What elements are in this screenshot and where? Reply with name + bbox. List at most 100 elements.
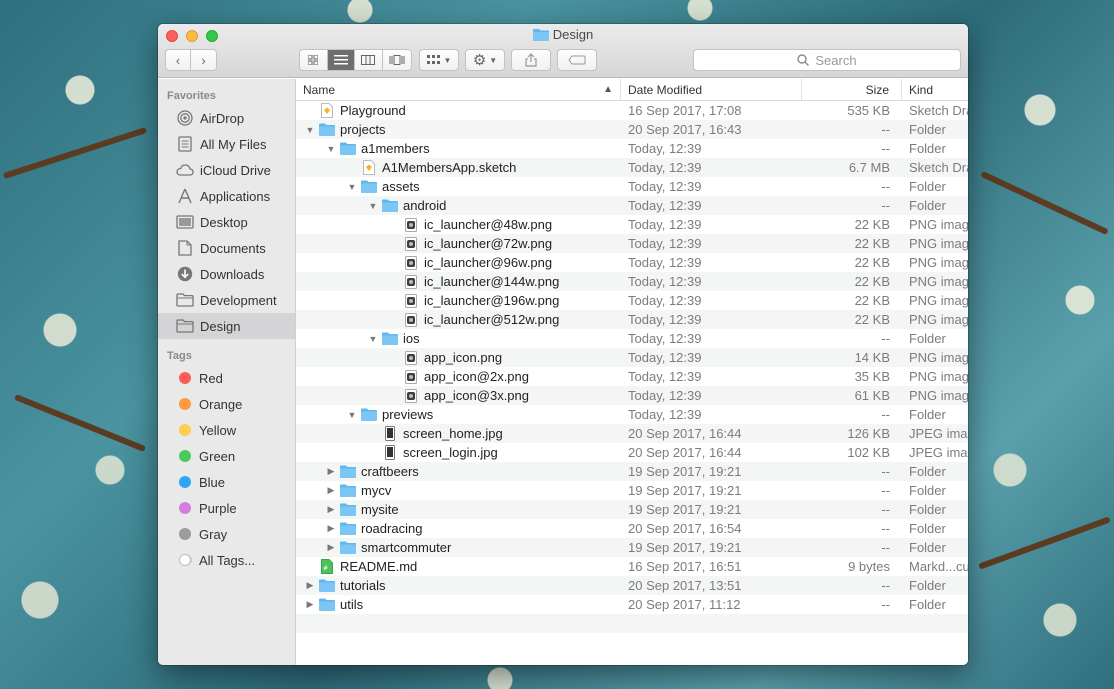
disclosure-triangle-open-icon[interactable]: ▼ — [367, 201, 379, 211]
folder-icon — [175, 291, 195, 309]
applications-icon — [175, 187, 195, 205]
sidebar-tag-green[interactable]: Green — [158, 443, 295, 469]
file-size: 22 KB — [854, 312, 890, 327]
file-name: craftbeers — [361, 464, 419, 479]
file-size: -- — [881, 141, 890, 156]
disclosure-triangle-closed-icon[interactable]: ▶ — [325, 485, 337, 496]
file-row[interactable]: ▶ mycv 19 Sep 2017, 19:21 -- Folder — [296, 481, 968, 500]
file-row[interactable]: ic_launcher@144w.png Today, 12:39 22 KB PNG… — [296, 272, 968, 291]
sidebar-item-development[interactable]: Development — [158, 287, 295, 313]
sidebar-item-design[interactable]: Design — [158, 313, 295, 339]
sidebar-tag-yellow[interactable]: Yellow — [158, 417, 295, 443]
chevron-left-icon: ‹ — [175, 52, 181, 68]
file-row[interactable]: ic_launcher@48w.png Today, 12:39 22 KB PNG … — [296, 215, 968, 234]
png-file-icon — [403, 217, 419, 232]
file-row[interactable]: Playground 16 Sep 2017, 17:08 535 KB Sketch… — [296, 101, 968, 120]
file-kind: PNG image — [909, 388, 968, 403]
file-row[interactable]: ▶ mysite 19 Sep 2017, 19:21 -- Folder — [296, 500, 968, 519]
sidebar-item-documents[interactable]: Documents — [158, 235, 295, 261]
file-name: a1members — [361, 141, 430, 156]
search-input[interactable]: Search — [693, 49, 961, 71]
sidebar-tag-all-tags[interactable]: All Tags... — [158, 547, 295, 573]
svg-text:#: # — [323, 565, 328, 572]
sidebar-tag-red[interactable]: Red — [158, 365, 295, 391]
column-header-date-modified[interactable]: Date Modified — [621, 79, 802, 101]
file-name-cell: ▼ previews — [296, 407, 621, 422]
file-row[interactable]: ic_launcher@72w.png Today, 12:39 22 KB PNG … — [296, 234, 968, 253]
file-kind: Folder — [909, 464, 946, 479]
disclosure-triangle-closed-icon[interactable]: ▶ — [325, 466, 337, 477]
disclosure-triangle-closed-icon[interactable]: ▶ — [325, 523, 337, 534]
disclosure-triangle-open-icon[interactable]: ▼ — [367, 334, 379, 344]
disclosure-triangle-open-icon[interactable]: ▼ — [346, 182, 358, 192]
png-file-icon — [403, 388, 419, 403]
icon-view-button[interactable] — [300, 50, 328, 70]
disclosure-triangle-closed-icon[interactable]: ▶ — [304, 599, 316, 610]
sidebar-item-icloud-drive[interactable]: iCloud Drive — [158, 157, 295, 183]
column-view-button[interactable] — [355, 50, 383, 70]
file-size: -- — [881, 521, 890, 536]
sidebar-item-desktop[interactable]: Desktop — [158, 209, 295, 235]
view-mode-control — [299, 49, 412, 71]
disclosure-triangle-open-icon[interactable]: ▼ — [346, 410, 358, 420]
list-view-button[interactable] — [327, 50, 356, 70]
disclosure-triangle-closed-icon[interactable]: ▶ — [304, 580, 316, 591]
file-row[interactable]: ▶ utils 20 Sep 2017, 11:12 -- Folder — [296, 595, 968, 614]
file-name-cell: app_icon@2x.png — [296, 369, 621, 384]
file-size: 535 KB — [847, 103, 890, 118]
file-row[interactable]: ic_launcher@196w.png Today, 12:39 22 KB PNG… — [296, 291, 968, 310]
all-tags-icon — [179, 554, 191, 566]
sidebar-item-airdrop[interactable]: AirDrop — [158, 105, 295, 131]
file-row[interactable]: ▶ roadracing 20 Sep 2017, 16:54 -- Folder — [296, 519, 968, 538]
back-button[interactable]: ‹ — [166, 50, 192, 70]
disclosure-triangle-open-icon[interactable]: ▼ — [325, 144, 337, 154]
file-row[interactable]: app_icon@3x.png Today, 12:39 61 KB PNG imag… — [296, 386, 968, 405]
sidebar-item-label: AirDrop — [200, 110, 245, 126]
file-row[interactable]: ▼ assets Today, 12:39 -- Folder — [296, 177, 968, 196]
edit-tags-button[interactable] — [557, 49, 597, 71]
tag-icon — [568, 55, 586, 65]
sidebar-item-downloads[interactable]: Downloads — [158, 261, 295, 287]
disclosure-triangle-closed-icon[interactable]: ▶ — [325, 504, 337, 515]
tag-color-dot-icon — [179, 528, 191, 540]
file-date: Today, 12:39 — [628, 369, 702, 384]
folder-icon — [175, 317, 195, 335]
file-row[interactable]: ▼ previews Today, 12:39 -- Folder — [296, 405, 968, 424]
file-row[interactable]: ▼ ios Today, 12:39 -- Folder — [296, 329, 968, 348]
file-row[interactable]: ▶ tutorials 20 Sep 2017, 13:51 -- Folder — [296, 576, 968, 595]
column-header-kind[interactable]: Kind — [902, 79, 968, 101]
file-row[interactable]: ic_launcher@96w.png Today, 12:39 22 KB PNG … — [296, 253, 968, 272]
file-row[interactable]: ▶ smartcommuter 19 Sep 2017, 19:21 -- Folder — [296, 538, 968, 557]
cover-flow-button[interactable] — [383, 50, 411, 70]
file-row[interactable]: app_icon@2x.png Today, 12:39 35 KB PNG imag… — [296, 367, 968, 386]
sidebar-tag-orange[interactable]: Orange — [158, 391, 295, 417]
column-header-size[interactable]: Size — [802, 79, 902, 101]
action-button[interactable]: ⚙ ▼ — [465, 49, 505, 71]
column-header-name[interactable]: Name ▲ — [296, 79, 621, 101]
file-row[interactable]: ▶ craftbeers 19 Sep 2017, 19:21 -- Folder — [296, 462, 968, 481]
file-row[interactable]: app_icon.png Today, 12:39 14 KB PNG image — [296, 348, 968, 367]
file-row[interactable]: ▼ a1members Today, 12:39 -- Folder — [296, 139, 968, 158]
share-button[interactable] — [511, 49, 551, 71]
folder-icon — [340, 465, 356, 479]
column-view-icon — [361, 55, 376, 65]
sidebar-tag-gray[interactable]: Gray — [158, 521, 295, 547]
arrange-button[interactable]: ▼ — [419, 49, 459, 71]
file-kind: Folder — [909, 198, 946, 213]
file-row[interactable]: screen_home.jpg 20 Sep 2017, 16:44 126 KB J… — [296, 424, 968, 443]
sidebar-tag-blue[interactable]: Blue — [158, 469, 295, 495]
file-row[interactable]: # README.md 16 Sep 2017, 16:51 9 bytes Markd… — [296, 557, 968, 576]
file-row[interactable]: ic_launcher@512w.png Today, 12:39 22 KB PNG… — [296, 310, 968, 329]
file-name-cell: screen_home.jpg — [296, 426, 621, 441]
file-row[interactable]: ▼ projects 20 Sep 2017, 16:43 -- Folder — [296, 120, 968, 139]
sidebar-tag-label: Purple — [199, 500, 237, 516]
file-row[interactable]: ▼ android Today, 12:39 -- Folder — [296, 196, 968, 215]
sidebar-item-all-my-files[interactable]: All My Files — [158, 131, 295, 157]
disclosure-triangle-closed-icon[interactable]: ▶ — [325, 542, 337, 553]
sidebar-item-applications[interactable]: Applications — [158, 183, 295, 209]
file-row[interactable]: screen_login.jpg 20 Sep 2017, 16:44 102 KB… — [296, 443, 968, 462]
forward-button[interactable]: › — [191, 50, 216, 70]
file-row[interactable]: A1MembersApp.sketch Today, 12:39 6.7 MB Ske… — [296, 158, 968, 177]
sidebar-tag-purple[interactable]: Purple — [158, 495, 295, 521]
disclosure-triangle-open-icon[interactable]: ▼ — [304, 125, 316, 135]
